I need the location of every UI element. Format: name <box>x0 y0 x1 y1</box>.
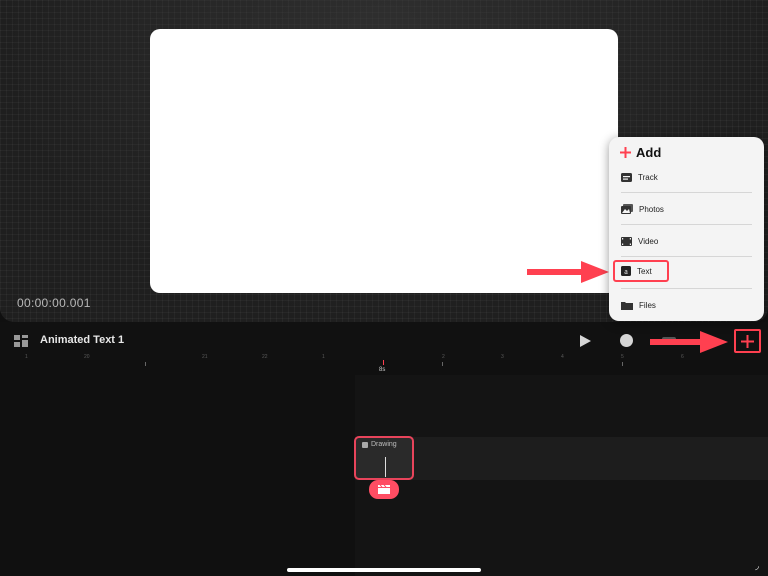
annotation-arrow-add <box>650 331 728 353</box>
folder-icon <box>621 301 633 310</box>
menu-item-text[interactable]: a Text <box>613 260 669 282</box>
add-menu: Add Track Photos Video a Text Files <box>609 137 764 321</box>
drawing-canvas[interactable] <box>150 29 618 293</box>
clip-keyframe-badge[interactable] <box>369 480 399 499</box>
plus-icon <box>620 147 631 158</box>
plus-icon <box>741 334 754 348</box>
track-row[interactable] <box>355 437 768 480</box>
ruler-tick: 5 <box>621 354 624 360</box>
photos-icon <box>621 204 633 214</box>
play-icon[interactable] <box>579 334 592 353</box>
menu-item-label: Photos <box>639 204 664 214</box>
clapperboard-icon <box>378 485 390 494</box>
ruler-tick: 22 <box>262 354 268 360</box>
text-icon: a <box>621 266 631 276</box>
ruler-tick: 1 <box>25 354 28 360</box>
record-icon[interactable] <box>620 334 633 347</box>
menu-divider <box>621 288 752 289</box>
drawing-clip[interactable]: Drawing <box>354 436 414 480</box>
menu-item-video[interactable]: Video <box>617 230 752 252</box>
menu-divider <box>621 224 752 225</box>
menu-item-label: Track <box>638 172 658 182</box>
ruler-tick: 4 <box>561 354 564 360</box>
ruler-mark <box>145 362 146 366</box>
ruler-tick: 20 <box>84 354 90 360</box>
ruler-tick: 1 <box>322 354 325 360</box>
project-grid-icon[interactable] <box>14 334 28 352</box>
menu-divider <box>621 256 752 257</box>
menu-item-label: Video <box>638 236 659 246</box>
project-title: Animated Text 1 <box>40 334 125 346</box>
menu-item-label: Files <box>639 300 656 310</box>
menu-item-photos[interactable]: Photos <box>617 198 752 220</box>
menu-divider <box>621 192 752 193</box>
clip-label: Drawing <box>371 441 397 448</box>
menu-item-label: Text <box>637 266 652 276</box>
add-menu-title: Add <box>619 145 661 160</box>
ruler-tick: 2 <box>442 354 445 360</box>
add-menu-title-label: Add <box>636 145 662 160</box>
ruler-tick: 21 <box>202 354 208 360</box>
ruler-tick: 3 <box>501 354 504 360</box>
track-icon <box>621 172 632 182</box>
menu-item-track[interactable]: Track <box>617 166 752 188</box>
add-button[interactable] <box>734 329 761 353</box>
ruler-mark <box>622 362 623 366</box>
playhead-label: 8s <box>379 367 386 373</box>
clip-playhead-line <box>385 457 386 477</box>
ruler-tick: 6 <box>681 354 684 360</box>
resize-handle-icon: ◞ <box>755 561 759 572</box>
home-indicator[interactable] <box>287 568 481 572</box>
timecode: 00:00:00.001 <box>17 296 91 310</box>
playhead-marker[interactable] <box>383 360 384 365</box>
svg-text:a: a <box>624 267 628 276</box>
ruler-mark <box>442 362 443 366</box>
menu-item-files[interactable]: Files <box>617 294 752 316</box>
layer-icon <box>362 442 368 448</box>
video-icon <box>621 236 632 246</box>
annotation-arrow-text <box>527 261 609 283</box>
